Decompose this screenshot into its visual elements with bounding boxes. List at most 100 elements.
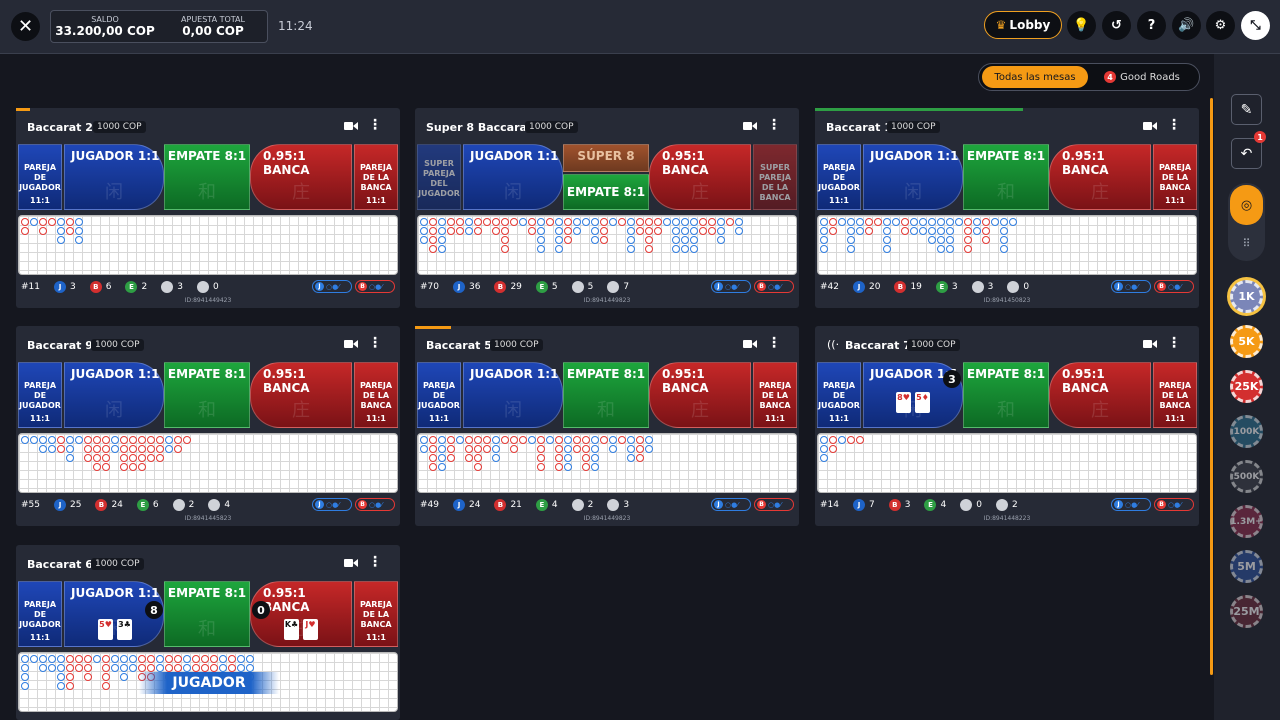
chip-100k[interactable]: 100K bbox=[1230, 415, 1263, 448]
more-options-icon[interactable]: ⋮ bbox=[1167, 336, 1181, 350]
video-icon[interactable] bbox=[743, 121, 757, 131]
more-options-icon[interactable]: ⋮ bbox=[767, 118, 781, 132]
table-card[interactable]: Baccarat 6 1000 COP ⋮ PAREJA DE JUGADOR 11:1… bbox=[16, 545, 400, 720]
edit-button[interactable]: ✎ bbox=[1231, 94, 1262, 125]
banker-pair-bet[interactable]: PAREJA DE LA BANCA 11:1 bbox=[354, 362, 398, 428]
banker-pair-bet[interactable]: PAREJA DE LA BANCA 11:1 bbox=[1153, 362, 1197, 428]
banker-prediction[interactable]: B ○●⁄ bbox=[754, 280, 794, 293]
super-player-pair-bet[interactable]: SUPER PAREJA DEL JUGADOR bbox=[417, 144, 461, 210]
help-button[interactable]: ? bbox=[1137, 11, 1166, 40]
table-stake: 1000 COP bbox=[907, 339, 960, 351]
player-bet[interactable]: JUGADOR 1:1 闲 bbox=[64, 362, 164, 428]
player-prediction[interactable]: J ○●⁄ bbox=[711, 280, 751, 293]
lobby-button[interactable]: ♛ Lobby bbox=[984, 11, 1062, 39]
video-icon[interactable] bbox=[743, 339, 757, 349]
banker-bet[interactable]: 0.95:1 BANCA 庄 bbox=[250, 144, 352, 210]
banker-prediction[interactable]: B ○●⁄ bbox=[1154, 498, 1194, 511]
banker-bet[interactable]: 0.95:1 BANCA 庄 bbox=[1049, 144, 1151, 210]
banker-bet[interactable]: 0.95:1 BANCA 庄 bbox=[1049, 362, 1151, 428]
close-button[interactable]: ✕ bbox=[11, 12, 40, 41]
bead-road[interactable] bbox=[417, 215, 797, 275]
bead-road[interactable] bbox=[18, 215, 398, 275]
chip-13m[interactable]: 1.3M+ bbox=[1230, 505, 1263, 538]
more-options-icon[interactable]: ⋮ bbox=[368, 555, 382, 569]
more-options-icon[interactable]: ⋮ bbox=[368, 336, 382, 350]
banker-prediction[interactable]: B ○●⁄ bbox=[355, 280, 395, 293]
grid-view-icon[interactable]: ⠿ bbox=[1230, 229, 1263, 257]
settings-button[interactable]: ⚙ bbox=[1206, 11, 1235, 40]
tie-bet[interactable]: EMPATE 8:1 和 bbox=[164, 581, 250, 647]
chip-1k[interactable]: 1K bbox=[1230, 280, 1263, 313]
banker-pair-bet[interactable]: PAREJA DE LA BANCA 11:1 bbox=[354, 581, 398, 647]
tie-bet[interactable]: EMPATE 8:1 和 bbox=[963, 144, 1049, 210]
banker-bet[interactable]: 0.95:1 BANCA 庄 bbox=[649, 362, 751, 428]
chip-25m[interactable]: 25M bbox=[1230, 595, 1263, 628]
bead-road[interactable] bbox=[417, 433, 797, 493]
sound-button[interactable]: 🔊 bbox=[1172, 11, 1201, 40]
more-options-icon[interactable]: ⋮ bbox=[1167, 118, 1181, 132]
player-pair-bet[interactable]: PAREJA DE JUGADOR 11:1 bbox=[18, 362, 62, 428]
tie-bet[interactable]: EMPATE 8:1 和 bbox=[164, 144, 250, 210]
filter-good-roads[interactable]: 4 Good Roads bbox=[1088, 71, 1196, 83]
video-icon[interactable] bbox=[1143, 339, 1157, 349]
banker-prediction[interactable]: B ○●⁄ bbox=[355, 498, 395, 511]
bead-road[interactable] bbox=[817, 215, 1197, 275]
more-options-icon[interactable]: ⋮ bbox=[368, 118, 382, 132]
table-card[interactable]: Baccarat 1 1000 COP ⋮ PAREJA DE JUGADOR 11:1… bbox=[815, 108, 1199, 308]
view-toggle[interactable]: ◎ ⠿ bbox=[1228, 183, 1265, 261]
player-prediction[interactable]: J ○●⁄ bbox=[312, 280, 352, 293]
bet-area: PAREJA DE JUGADOR 11:1 JUGADOR 1:1 闲 EMPATE … bbox=[18, 144, 398, 212]
super8-bet[interactable]: SÚPER 8 bbox=[563, 144, 649, 172]
minimize-button[interactable]: ⤡ bbox=[1241, 11, 1270, 40]
table-card[interactable]: Baccarat 2 1000 COP ⋮ PAREJA DE JUGADOR 11:1… bbox=[16, 108, 400, 308]
player-bet[interactable]: JUGADOR 1:1 闲 bbox=[463, 362, 563, 428]
tie-bet[interactable]: EMPATE 8:1 和 bbox=[963, 362, 1049, 428]
table-card[interactable]: Baccarat 5 1000 COP ⋮ PAREJA DE JUGADOR 11:1… bbox=[415, 326, 799, 526]
table-card[interactable]: ((· Baccarat 7 1000 COP ⋮ PAREJA DE JUGADOR 1… bbox=[815, 326, 1199, 526]
tips-button[interactable]: 💡 bbox=[1067, 11, 1096, 40]
banker-pair-bet[interactable]: PAREJA DE LA BANCA 11:1 bbox=[753, 362, 797, 428]
bead-road[interactable] bbox=[18, 433, 398, 493]
player-pair-bet[interactable]: PAREJA DE JUGADOR 11:1 bbox=[817, 144, 861, 210]
road-mark bbox=[627, 227, 635, 235]
video-icon[interactable] bbox=[344, 121, 358, 131]
video-icon[interactable] bbox=[1143, 121, 1157, 131]
table-card[interactable]: Baccarat 9 1000 COP ⋮ PAREJA DE JUGADOR 11:1… bbox=[16, 326, 400, 526]
bead-road[interactable] bbox=[817, 433, 1197, 493]
roads-view-icon[interactable]: ◎ bbox=[1230, 185, 1263, 225]
player-prediction[interactable]: J ○●⁄ bbox=[1111, 280, 1151, 293]
video-icon[interactable] bbox=[344, 339, 358, 349]
player-bet[interactable]: JUGADOR 1:1 闲 bbox=[863, 144, 963, 210]
player-prediction[interactable]: J ○●⁄ bbox=[312, 498, 352, 511]
banker-pair-bet[interactable]: PAREJA DE LA BANCA 11:1 bbox=[1153, 144, 1197, 210]
tie-bet[interactable]: EMPATE 8:1 bbox=[563, 174, 649, 210]
banker-bet[interactable]: 0.95:1 BANCA 庄 bbox=[649, 144, 751, 210]
player-pair-bet[interactable]: PAREJA DE JUGADOR 11:1 bbox=[417, 362, 461, 428]
tie-bet[interactable]: EMPATE 8:1 和 bbox=[164, 362, 250, 428]
chip-500k[interactable]: 500K bbox=[1230, 460, 1263, 493]
tie-bet[interactable]: EMPATE 8:1 和 bbox=[563, 362, 649, 428]
player-prediction[interactable]: J ○●⁄ bbox=[1111, 498, 1151, 511]
banker-bet[interactable]: 0.95:1 BANCA 庄 bbox=[250, 362, 352, 428]
super-banker-pair-bet[interactable]: SUPER PAREJA DE LA BANCA bbox=[753, 144, 797, 210]
chip-25k[interactable]: 25K bbox=[1230, 370, 1263, 403]
table-card[interactable]: Super 8 Baccarat 1000 COP ⋮ SUPER PAREJA DE… bbox=[415, 108, 799, 308]
chip-5m[interactable]: 5M bbox=[1230, 550, 1263, 583]
bet-label: PAREJA DE JUGADOR 11:1 bbox=[19, 163, 61, 206]
player-bet[interactable]: JUGADOR 1:1 闲 bbox=[64, 144, 164, 210]
player-prediction[interactable]: J ○●⁄ bbox=[711, 498, 751, 511]
rail-scroll-indicator[interactable] bbox=[1210, 98, 1213, 675]
filter-all-tables[interactable]: Todas las mesas bbox=[982, 66, 1088, 88]
banker-prediction[interactable]: B ○●⁄ bbox=[1154, 280, 1194, 293]
player-bet[interactable]: JUGADOR 1:1 闲 bbox=[463, 144, 563, 210]
history-button[interactable]: ↺ bbox=[1102, 11, 1131, 40]
more-options-icon[interactable]: ⋮ bbox=[767, 336, 781, 350]
banker-pair-bet[interactable]: PAREJA DE LA BANCA 11:1 bbox=[354, 144, 398, 210]
video-icon[interactable] bbox=[344, 558, 358, 568]
player-pair-bet[interactable]: PAREJA DE JUGADOR 11:1 bbox=[817, 362, 861, 428]
player-pair-bet[interactable]: PAREJA DE JUGADOR 11:1 bbox=[18, 581, 62, 647]
bead-road[interactable]: JUGADOR bbox=[18, 652, 398, 712]
chip-5k[interactable]: 5K bbox=[1230, 325, 1263, 358]
player-pair-bet[interactable]: PAREJA DE JUGADOR 11:1 bbox=[18, 144, 62, 210]
banker-prediction[interactable]: B ○●⁄ bbox=[754, 498, 794, 511]
